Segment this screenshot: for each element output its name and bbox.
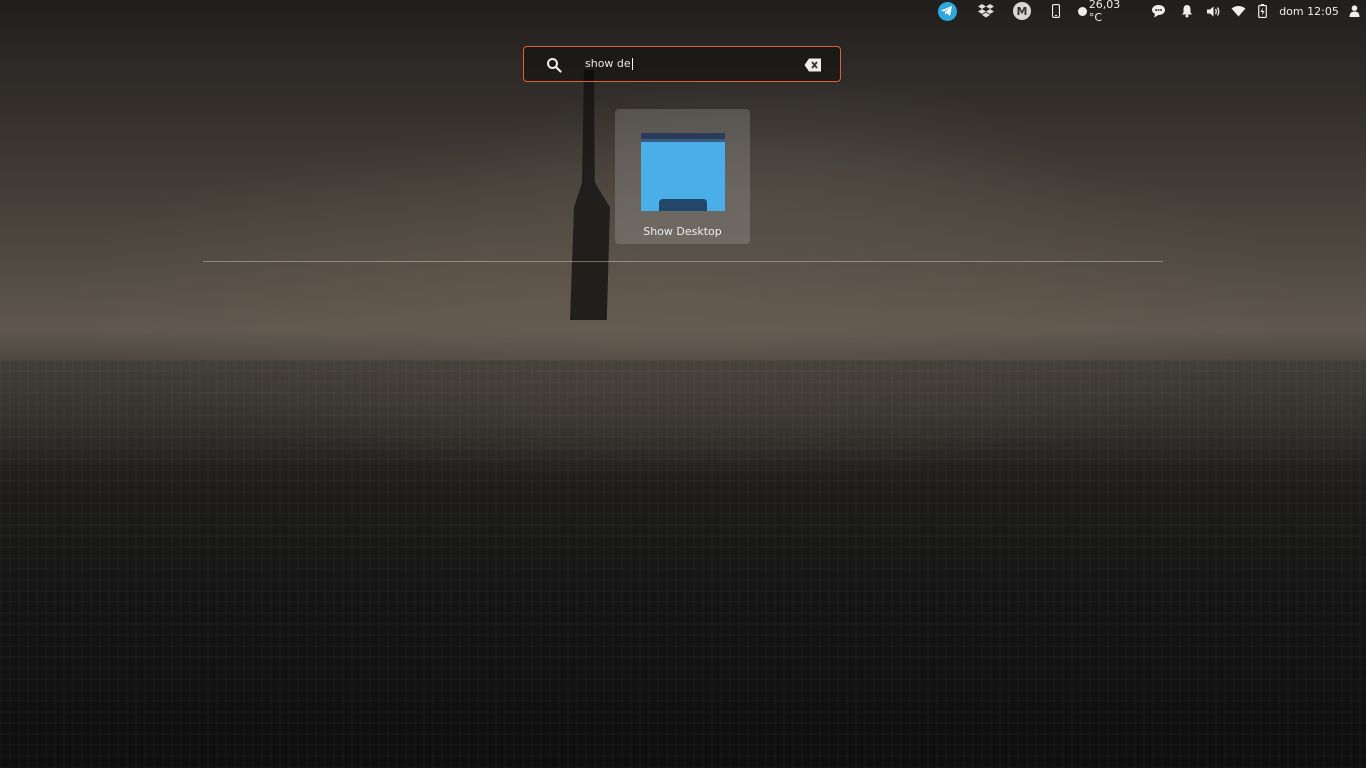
search-query: show de	[585, 47, 785, 81]
desktop-background: M 26,03 °C dom 12:05 show de Show Deskto…	[0, 0, 1366, 768]
mega-letter: M	[1013, 2, 1031, 20]
chat-icon[interactable]	[1149, 0, 1167, 22]
battery-icon[interactable]	[1255, 0, 1269, 22]
search-icon	[547, 58, 562, 73]
weather-icon	[1078, 6, 1087, 16]
search-query-text: show de	[585, 57, 631, 70]
results-separator	[203, 261, 1163, 262]
volume-icon[interactable]	[1203, 0, 1223, 22]
user-icon[interactable]	[1346, 0, 1362, 22]
bell-icon[interactable]	[1178, 0, 1196, 22]
weather-indicator[interactable]: 26,03 °C	[1078, 0, 1136, 24]
clear-search-icon[interactable]	[804, 58, 822, 72]
search-result-show-desktop[interactable]: Show Desktop	[615, 109, 750, 244]
top-bar: M 26,03 °C dom 12:05	[0, 0, 1366, 24]
telegram-icon[interactable]	[936, 0, 958, 22]
dropbox-icon[interactable]	[976, 0, 996, 22]
search-input[interactable]: show de	[523, 46, 841, 82]
weather-temperature: 26,03 °C	[1088, 0, 1121, 24]
mega-icon[interactable]: M	[1012, 0, 1032, 22]
wifi-icon[interactable]	[1229, 0, 1247, 22]
clock[interactable]: dom 12:05	[1279, 0, 1339, 22]
text-caret	[631, 58, 633, 70]
phone-icon[interactable]	[1049, 0, 1063, 22]
folder-desktop-icon	[641, 133, 725, 211]
result-label: Show Desktop	[643, 225, 722, 238]
